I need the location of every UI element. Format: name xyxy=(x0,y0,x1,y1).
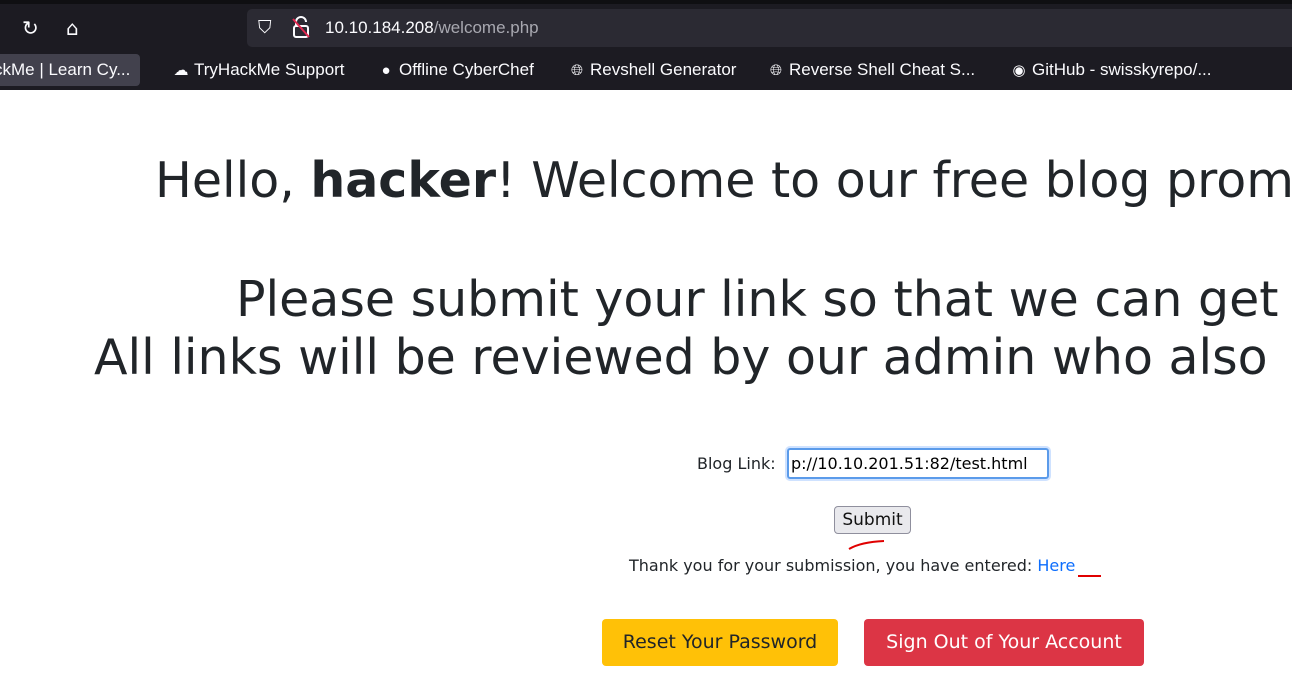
bookmark-cyberchef[interactable]: ● Offline CyberChef xyxy=(377,54,533,86)
submit-button[interactable]: Submit xyxy=(834,506,911,534)
greeting-heading: Hello, hacker! Welcome to our free blog … xyxy=(155,152,1292,209)
instructions-line-2: All links will be reviewed by our admin … xyxy=(94,329,1268,386)
tab-strip xyxy=(0,0,1292,4)
browser-chrome: ↻ ⌂ ⛉ 10.10.184.208/welcome.php ckMe | L… xyxy=(0,0,1292,90)
shield-icon[interactable]: ⛉ xyxy=(258,17,272,38)
submitted-link[interactable]: Here xyxy=(1037,556,1075,575)
address-bar[interactable]: ⛉ 10.10.184.208/welcome.php xyxy=(247,9,1292,47)
reload-icon[interactable]: ↻ xyxy=(22,14,39,42)
insecure-lock-icon[interactable] xyxy=(291,15,311,39)
red-annotation-underline xyxy=(1078,575,1101,577)
instructions-line-1: Please submit your link so that we can g… xyxy=(236,271,1279,328)
blog-link-label: Blog Link: xyxy=(697,454,776,473)
github-icon: ◉ xyxy=(1012,62,1026,79)
confirmation-message: Thank you for your submission, you have … xyxy=(629,556,1076,575)
bookmarks-bar: ckMe | Learn Cy... ☁ TryHackMe Support ● O… xyxy=(0,54,1292,88)
blog-link-input[interactable]: p://10.10.201.51:82/test.html xyxy=(787,448,1049,479)
username: hacker xyxy=(310,152,497,209)
cloud-support-icon: ☁ xyxy=(173,62,189,79)
bookmark-tryhackme[interactable]: ckMe | Learn Cy... xyxy=(0,54,141,86)
bookmark-reverse-shell-cheat[interactable]: 🌐︎ Reverse Shell Cheat S... xyxy=(767,54,975,86)
reset-password-button[interactable]: Reset Your Password xyxy=(602,619,838,666)
chef-hat-icon: ● xyxy=(381,62,391,79)
red-annotation-stroke xyxy=(848,540,885,550)
home-icon[interactable]: ⌂ xyxy=(66,14,79,42)
bookmark-github[interactable]: ◉ GitHub - swisskyrepo/... xyxy=(1010,54,1211,86)
bookmark-revshell[interactable]: 🌐︎ Revshell Generator xyxy=(568,54,736,86)
url-text[interactable]: 10.10.184.208/welcome.php xyxy=(325,18,539,38)
sign-out-button[interactable]: Sign Out of Your Account xyxy=(864,619,1144,666)
globe-icon: 🌐︎ xyxy=(570,62,583,79)
globe-icon: 🌐︎ xyxy=(769,62,782,79)
bookmark-tryhackme-support[interactable]: ☁ TryHackMe Support xyxy=(172,54,345,86)
